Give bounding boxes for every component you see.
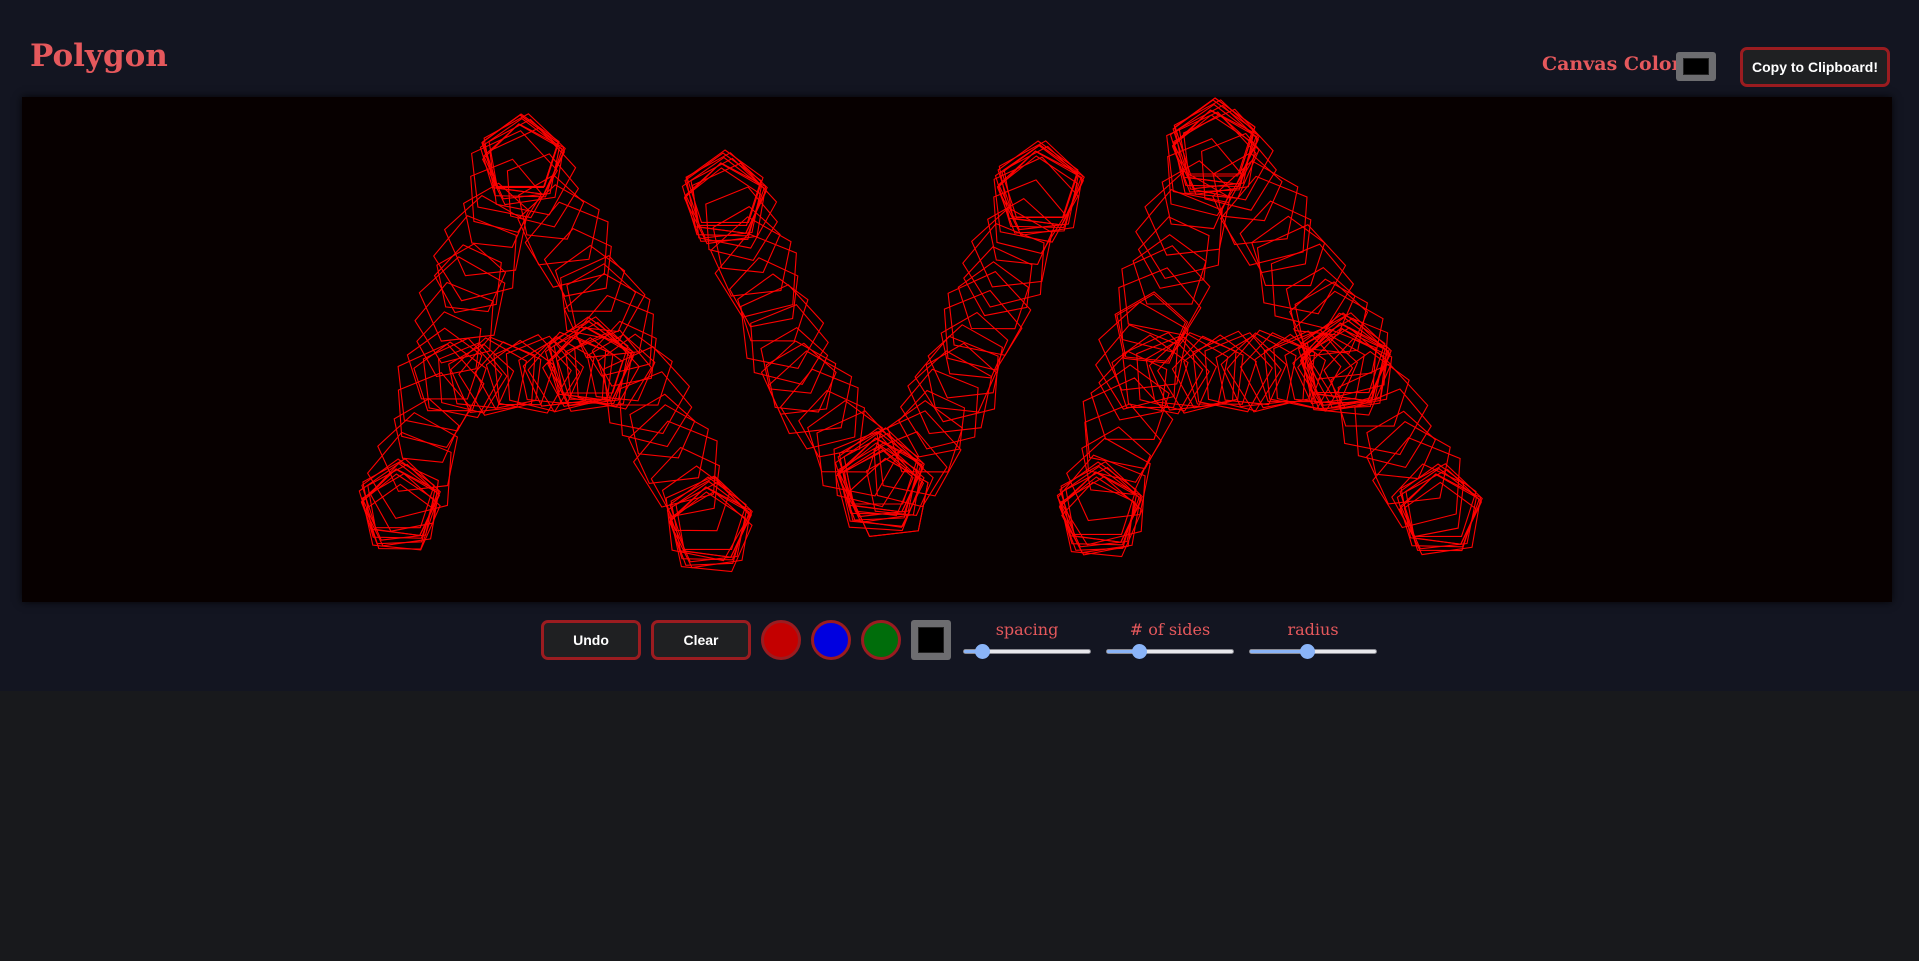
polygon-stroke <box>524 201 609 288</box>
undo-button[interactable]: Undo <box>541 620 641 660</box>
polygon-stroke <box>1084 403 1162 483</box>
app-panel: Polygon Canvas Color: Copy to Clipboard!… <box>0 0 1919 691</box>
polygon-stroke <box>1306 317 1391 402</box>
polygon-stroke <box>543 227 612 297</box>
spacing-slider[interactable] <box>963 644 1091 659</box>
polygon-stroke <box>750 304 829 386</box>
polygon-stroke <box>737 273 809 342</box>
polygon-stroke <box>1144 170 1231 256</box>
polygon-stroke <box>629 393 696 459</box>
radius-slider-group: radius <box>1249 620 1377 660</box>
polygon-stroke <box>767 350 853 435</box>
polygon-stroke <box>907 350 993 435</box>
page-title: Polygon <box>30 38 168 74</box>
clear-button[interactable]: Clear <box>651 620 751 660</box>
radius-slider-fill <box>1250 650 1307 653</box>
spacing-label: spacing <box>995 620 1059 639</box>
polygon-stroke <box>489 127 577 216</box>
stroke-color-picker[interactable] <box>911 620 951 660</box>
polygon-stroke <box>705 186 778 262</box>
drawing-canvas[interactable] <box>22 97 1892 602</box>
polygon-stroke <box>1095 324 1179 410</box>
canvas-color-picker[interactable] <box>1676 52 1716 81</box>
sides-slider-thumb[interactable] <box>1131 644 1147 659</box>
radius-slider-thumb[interactable] <box>1299 644 1315 659</box>
radius-label: radius <box>1287 620 1339 639</box>
polygon-drawing <box>358 97 1483 573</box>
stroke-color-swatch <box>918 627 944 653</box>
spacing-slider-group: spacing <box>963 620 1091 660</box>
radius-slider[interactable] <box>1249 644 1377 659</box>
polygon-stroke <box>1251 215 1326 287</box>
sides-slider-group: # of sides <box>1106 620 1234 660</box>
color-blue-button[interactable] <box>811 620 851 660</box>
spacing-slider-thumb[interactable] <box>974 644 990 659</box>
sides-label: # of sides <box>1129 620 1211 639</box>
polygon-stroke <box>798 389 866 458</box>
copy-to-clipboard-button[interactable]: Copy to Clipboard! <box>1740 47 1890 87</box>
color-green-button[interactable] <box>861 620 901 660</box>
polygon-stroke <box>898 389 966 458</box>
canvas-color-label: Canvas Color: <box>1542 53 1689 75</box>
color-red-button[interactable] <box>761 620 801 660</box>
sides-slider[interactable] <box>1106 644 1234 659</box>
canvas-color-swatch <box>1683 58 1709 75</box>
